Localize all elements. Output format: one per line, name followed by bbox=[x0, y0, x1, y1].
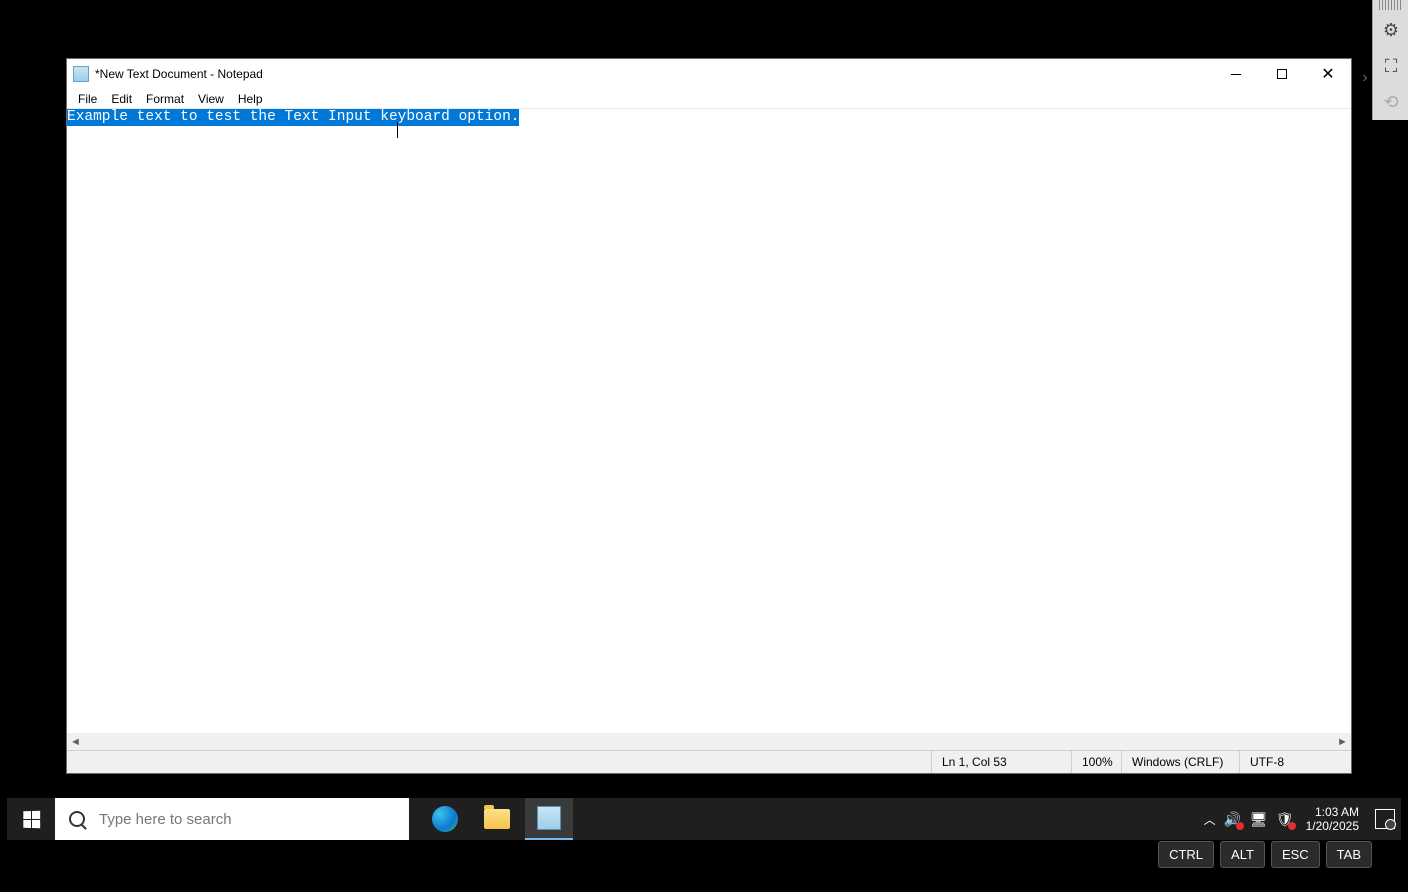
key-tab[interactable]: TAB bbox=[1326, 841, 1372, 868]
taskbar-app-edge[interactable] bbox=[421, 798, 469, 840]
editor-text-selected[interactable]: Example text to test the Text Input keyb… bbox=[67, 109, 519, 126]
folder-icon bbox=[484, 809, 510, 829]
title-bar[interactable]: *New Text Document - Notepad ✕ bbox=[67, 59, 1351, 89]
notepad-window: *New Text Document - Notepad ✕ File Edit… bbox=[66, 58, 1352, 774]
taskbar-search-box[interactable]: Type here to search bbox=[55, 798, 409, 840]
volume-icon[interactable]: 🔊 bbox=[1224, 810, 1242, 828]
key-ctrl[interactable]: CTRL bbox=[1158, 841, 1214, 868]
volume-muted-badge bbox=[1236, 822, 1244, 830]
status-line-ending: Windows (CRLF) bbox=[1121, 751, 1239, 773]
scroll-left-arrow-icon[interactable]: ◄ bbox=[67, 736, 84, 748]
key-indicator-row: CTRL ALT ESC TAB bbox=[1158, 841, 1372, 868]
status-zoom: 100% bbox=[1071, 751, 1121, 773]
text-caret bbox=[397, 122, 398, 138]
menu-edit[interactable]: Edit bbox=[104, 90, 139, 108]
window-title: *New Text Document - Notepad bbox=[95, 67, 263, 81]
taskbar-clock[interactable]: 1:03 AM 1/20/2025 bbox=[1306, 805, 1359, 833]
edge-icon bbox=[432, 806, 458, 832]
network-icon[interactable]: 🖥 bbox=[1250, 810, 1268, 828]
minimize-button[interactable] bbox=[1213, 59, 1259, 89]
search-icon bbox=[69, 811, 85, 827]
security-alert-badge bbox=[1288, 822, 1296, 830]
security-icon[interactable]: 🛡 bbox=[1276, 810, 1294, 828]
maximize-button[interactable] bbox=[1259, 59, 1305, 89]
status-encoding: UTF-8 bbox=[1239, 751, 1351, 773]
taskbar: Type here to search ︿ 🔊 🖥 🛡 1:03 AM 1/20… bbox=[7, 798, 1401, 840]
side-control-panel: ⚙ ⛶ ⟲ bbox=[1372, 0, 1408, 120]
horizontal-scrollbar[interactable]: ◄ ► bbox=[67, 733, 1351, 750]
panel-grip-icon[interactable] bbox=[1379, 0, 1402, 10]
menu-help[interactable]: Help bbox=[231, 90, 270, 108]
taskbar-app-file-explorer[interactable] bbox=[473, 798, 521, 840]
refresh-disabled-icon[interactable]: ⟲ bbox=[1373, 84, 1408, 120]
menu-file[interactable]: File bbox=[71, 90, 104, 108]
status-bar: Ln 1, Col 53 100% Windows (CRLF) UTF-8 bbox=[67, 750, 1351, 773]
scroll-right-arrow-icon[interactable]: ► bbox=[1334, 736, 1351, 748]
menu-format[interactable]: Format bbox=[139, 90, 191, 108]
expand-chevron-icon[interactable]: › bbox=[1358, 68, 1372, 88]
key-alt[interactable]: ALT bbox=[1220, 841, 1265, 868]
gear-icon[interactable]: ⚙ bbox=[1373, 12, 1408, 48]
close-button[interactable]: ✕ bbox=[1305, 59, 1351, 89]
notepad-task-icon bbox=[537, 806, 561, 830]
start-button[interactable] bbox=[7, 798, 55, 840]
menu-bar: File Edit Format View Help bbox=[67, 89, 1351, 109]
fullscreen-icon[interactable]: ⛶ bbox=[1373, 48, 1408, 84]
search-placeholder: Type here to search bbox=[99, 811, 232, 828]
text-editor-area[interactable]: Example text to test the Text Input keyb… bbox=[67, 109, 1351, 733]
action-center-icon[interactable] bbox=[1375, 809, 1395, 829]
system-tray: ︿ 🔊 🖥 🛡 1:03 AM 1/20/2025 bbox=[1204, 805, 1401, 833]
key-esc[interactable]: ESC bbox=[1271, 841, 1320, 868]
notepad-icon bbox=[73, 66, 89, 82]
status-position: Ln 1, Col 53 bbox=[931, 751, 1071, 773]
clock-time: 1:03 AM bbox=[1306, 805, 1359, 819]
windows-logo-icon bbox=[23, 810, 40, 828]
clock-date: 1/20/2025 bbox=[1306, 819, 1359, 833]
taskbar-app-notepad[interactable] bbox=[525, 798, 573, 840]
menu-view[interactable]: View bbox=[191, 90, 231, 108]
tray-overflow-icon[interactable]: ︿ bbox=[1204, 811, 1216, 828]
